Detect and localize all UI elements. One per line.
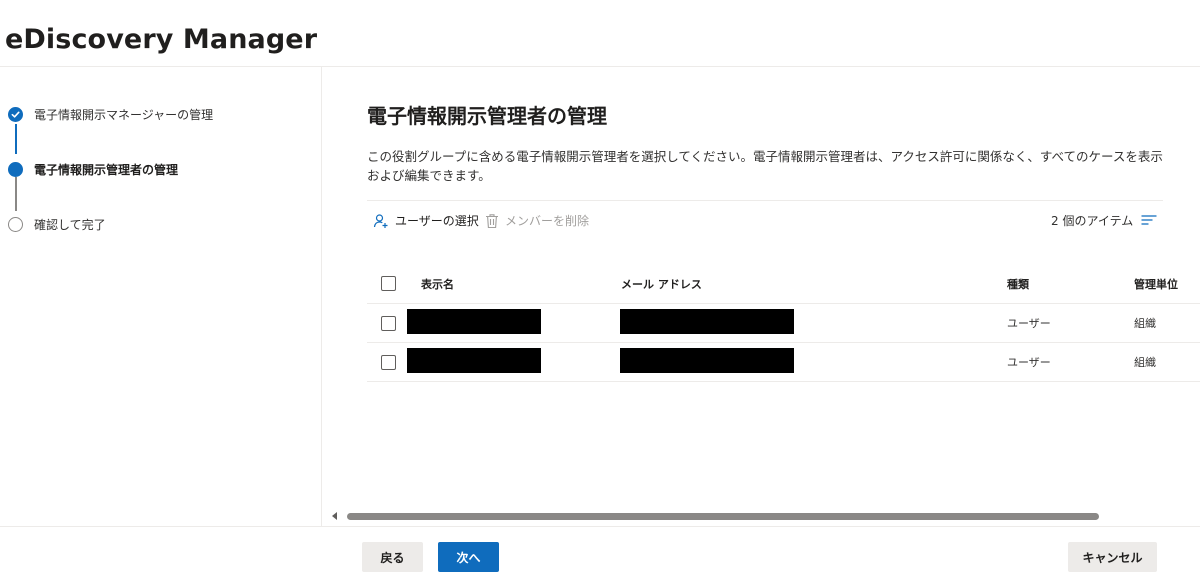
cancel-button[interactable]: キャンセル: [1068, 542, 1157, 572]
checkmark-circle-icon: [8, 107, 23, 122]
current-step-icon: [8, 162, 23, 177]
person-add-icon: [373, 213, 388, 228]
redacted-display-name: [407, 309, 541, 334]
footer-divider: [0, 526, 1200, 527]
table-header: 表示名 メール アドレス 種類 管理単位: [367, 264, 1200, 304]
step-connector-1: [15, 124, 17, 154]
redacted-email: [620, 309, 794, 334]
redacted-display-name: [407, 348, 541, 373]
members-table: 表示名 メール アドレス 種類 管理単位 ユーザー 組織 ユーザー 組織: [367, 264, 1200, 382]
row-admin-unit: 組織: [1134, 356, 1156, 369]
app-title: eDiscovery Manager: [5, 24, 318, 55]
back-button[interactable]: 戻る: [362, 542, 423, 572]
column-admin-unit[interactable]: 管理単位: [1134, 264, 1178, 303]
select-users-button[interactable]: ユーザーの選択: [373, 212, 479, 229]
column-email[interactable]: メール アドレス: [621, 264, 702, 303]
step-connector-2: [15, 177, 17, 211]
select-users-label: ユーザーの選択: [395, 214, 479, 228]
scrollbar-thumb[interactable]: [347, 513, 1099, 520]
table-row[interactable]: ユーザー 組織: [367, 343, 1200, 382]
page-description: この役割グループに含める電子情報開示管理者を選択してください。電子情報開示管理者…: [367, 149, 1163, 183]
next-button[interactable]: 次へ: [438, 542, 499, 572]
step-manage-ediscovery-managers[interactable]: 電子情報開示マネージャーの管理: [8, 106, 213, 123]
row-checkbox[interactable]: [381, 354, 396, 370]
horizontal-scrollbar[interactable]: [329, 510, 1200, 522]
step-label: 電子情報開示管理者の管理: [34, 163, 179, 177]
item-count: 2 個のアイテム: [1051, 214, 1134, 228]
step-label: 電子情報開示マネージャーの管理: [34, 108, 214, 122]
scroll-left-icon[interactable]: [332, 512, 337, 520]
main-panel: 電子情報開示管理者の管理 この役割グループに含める電子情報開示管理者を選択してく…: [323, 67, 1200, 526]
wizard-steps: 電子情報開示マネージャーの管理 電子情報開示管理者の管理 確認して完了: [0, 67, 322, 526]
redacted-email: [620, 348, 794, 373]
row-checkbox-cell: [381, 343, 396, 381]
step-label: 確認して完了: [34, 218, 106, 232]
row-type: ユーザー: [1007, 317, 1051, 330]
trash-icon: [486, 213, 498, 228]
select-all-checkbox-cell: [381, 264, 396, 303]
row-admin-unit: 組織: [1134, 317, 1156, 330]
column-type[interactable]: 種類: [1007, 264, 1029, 303]
select-all-checkbox[interactable]: [381, 276, 396, 291]
table-row[interactable]: ユーザー 組織: [367, 304, 1200, 343]
lines-icon[interactable]: [1141, 214, 1157, 226]
row-checkbox[interactable]: [381, 315, 396, 331]
step-manage-ediscovery-administrators[interactable]: 電子情報開示管理者の管理: [8, 161, 178, 178]
empty-circle-icon: [8, 217, 23, 232]
command-bar-divider: [367, 200, 1163, 201]
row-type: ユーザー: [1007, 356, 1051, 369]
row-checkbox-cell: [381, 304, 396, 342]
page-title: 電子情報開示管理者の管理: [367, 104, 607, 128]
remove-members-label: メンバーを削除: [505, 214, 590, 228]
step-review-and-finish[interactable]: 確認して完了: [8, 216, 106, 233]
column-display-name[interactable]: 表示名: [421, 264, 454, 303]
remove-members-button[interactable]: メンバーを削除: [485, 212, 589, 229]
